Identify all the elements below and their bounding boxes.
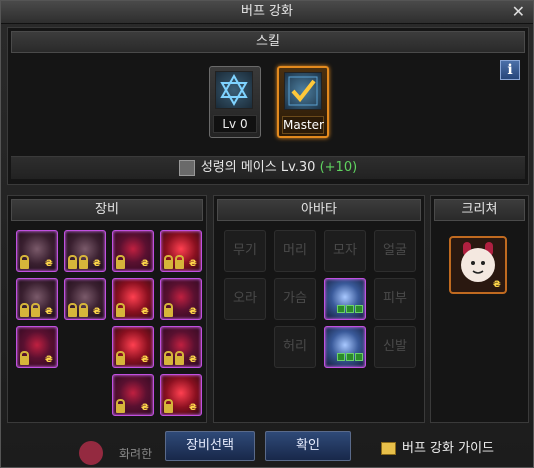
avatar-slot-face[interactable]: 얼굴 (374, 230, 416, 272)
buff-guide-link[interactable]: 버프 강화 가이드 (381, 437, 494, 456)
avatar-slot-chest[interactable]: 가슴 (274, 278, 316, 320)
lock-icon (68, 260, 77, 269)
lock-icon (175, 260, 184, 269)
lock-icon (175, 356, 184, 365)
equip-slot[interactable]: ₴ (16, 230, 58, 272)
lock-icon (164, 260, 173, 269)
equipment-panel: 장비 ₴ ₴ ₴ ₴ ₴ ₴ ₴ ₴ ₴ ₴ ₴ ₴ ₴ (7, 195, 207, 423)
creature-slot[interactable]: ₴ (449, 236, 507, 294)
lock-icon (116, 404, 125, 413)
equip-slot[interactable]: ₴ (64, 230, 106, 272)
avatar-slot-head[interactable]: 머리 (274, 230, 316, 272)
skill-card-label: Lv 0 (213, 115, 257, 133)
close-icon[interactable]: ✕ (512, 3, 525, 21)
equip-slot[interactable]: ₴ (160, 278, 202, 320)
avatar-slot-shoes[interactable]: 신발 (374, 326, 416, 368)
avatar-slot-bottom-item[interactable] (324, 326, 366, 368)
creature-face-icon (461, 248, 495, 282)
skill-name-bar: 성령의 메이스 Lv.30 (+10) (11, 156, 525, 179)
lock-icon (79, 308, 88, 317)
lock-icon (116, 260, 125, 269)
equipment-header: 장비 (11, 199, 203, 221)
lock-icon (116, 308, 125, 317)
avatar-slot-top-item[interactable] (324, 278, 366, 320)
lock-icon (164, 356, 173, 365)
guide-book-icon (381, 442, 396, 455)
equip-slot[interactable]: ₴ (160, 374, 202, 416)
skill-card-master[interactable]: Master (277, 66, 329, 138)
equipment-select-button[interactable]: 장비선택 (165, 431, 255, 461)
hexagram-icon (215, 71, 253, 109)
background-text: 화려한 (119, 447, 153, 461)
avatar-slot-aura[interactable]: 오라 (224, 278, 266, 320)
background-decoration (79, 441, 103, 465)
equip-slot[interactable]: ₴ (16, 326, 58, 368)
title-bar: 버프 강화 ✕ (1, 1, 533, 24)
avatar-panel: 아바타 무기 머리 모자 얼굴 오라 가슴 피부 허리 신발 (213, 195, 425, 423)
skill-card-label: Master (282, 116, 324, 134)
lock-icon (116, 356, 125, 365)
avatar-slot-hat[interactable]: 모자 (324, 230, 366, 272)
skill-card-lv0[interactable]: Lv 0 (209, 66, 261, 138)
lock-icon (79, 260, 88, 269)
lock-icon (164, 308, 173, 317)
confirm-button[interactable]: 확인 (265, 431, 351, 461)
info-icon[interactable]: i (500, 60, 520, 80)
skill-bonus: (+10) (319, 160, 358, 175)
skill-mini-icon (178, 159, 195, 176)
lock-icon (20, 356, 29, 365)
equip-slot[interactable]: ₴ (64, 278, 106, 320)
equip-slot[interactable]: ₴ (112, 374, 154, 416)
guide-label: 버프 강화 가이드 (402, 441, 494, 456)
skill-header: 스킬 (11, 31, 525, 53)
avatar-header: 아바타 (217, 199, 421, 221)
avatar-slot-waist[interactable]: 허리 (274, 326, 316, 368)
equip-slot[interactable]: ₴ (160, 326, 202, 368)
enhance-icon: ₴ (493, 280, 501, 290)
lock-icon (20, 308, 29, 317)
avatar-slot-skin[interactable]: 피부 (374, 278, 416, 320)
equip-slot[interactable]: ₴ (112, 230, 154, 272)
lock-icon (68, 308, 77, 317)
lock-icon (20, 260, 29, 269)
creature-panel: 크리쳐 ₴ (430, 195, 529, 423)
skill-panel: 스킬 i Lv 0 Master 성령의 메이스 Lv.30 (+10) (7, 27, 529, 185)
lock-icon (164, 404, 173, 413)
equip-slot[interactable]: ₴ (112, 326, 154, 368)
equip-slot[interactable]: ₴ (160, 230, 202, 272)
buff-enhance-window: 버프 강화 ✕ 스킬 i Lv 0 Master 성령의 메이스 Lv.30 (… (0, 0, 534, 468)
avatar-slot-weapon[interactable]: 무기 (224, 230, 266, 272)
skill-check-icon (284, 72, 322, 110)
equip-slot[interactable]: ₴ (16, 278, 58, 320)
creature-header: 크리쳐 (434, 199, 525, 221)
skill-name: 성령의 메이스 Lv.30 (200, 160, 316, 175)
equip-slot[interactable]: ₴ (112, 278, 154, 320)
lock-icon (31, 308, 40, 317)
window-title: 버프 강화 (241, 4, 293, 19)
